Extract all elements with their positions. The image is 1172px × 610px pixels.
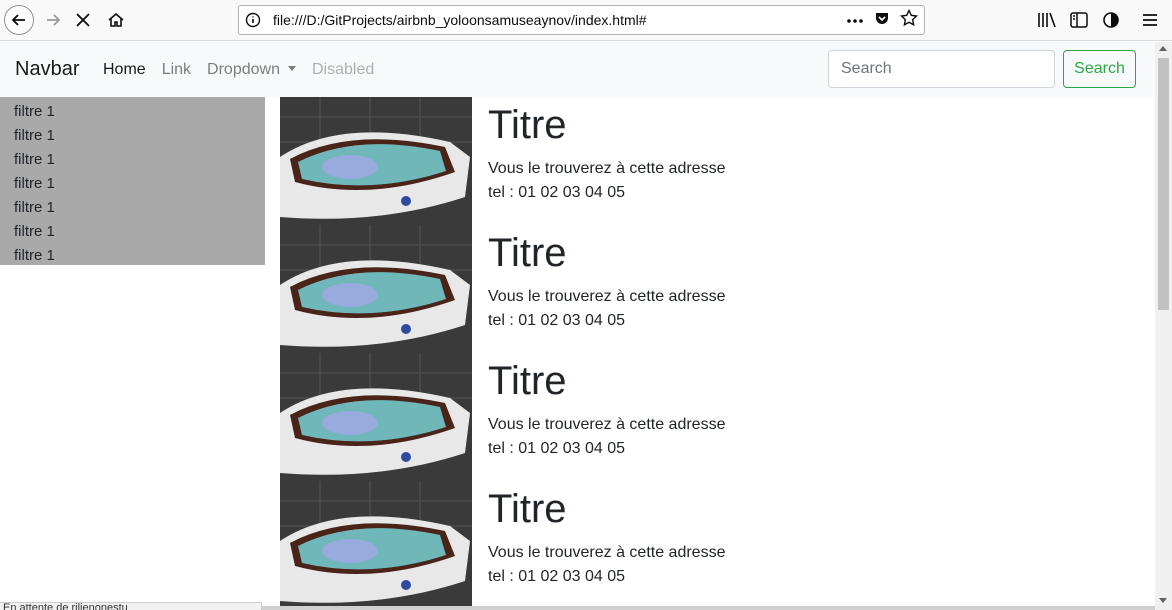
listing-card[interactable]: Titre Vous le trouverez à cette adresse …: [280, 481, 1140, 606]
stop-icon[interactable]: [68, 5, 98, 35]
forward-icon[interactable]: [38, 5, 68, 35]
card-title: Titre: [488, 487, 567, 531]
card-title: Titre: [488, 359, 567, 403]
vertical-scrollbar[interactable]: [1155, 42, 1172, 610]
nav-link-home[interactable]: Home: [103, 61, 146, 79]
shield-icon[interactable]: [1101, 10, 1121, 30]
url-text[interactable]: file:///D:/GitProjects/airbnb_yoloonsamu…: [273, 12, 846, 28]
jacuzzi-image: [280, 481, 472, 606]
library-icon[interactable]: [1037, 10, 1057, 30]
page-viewport: Navbar Home Link Dropdown Disabled Searc…: [0, 42, 1155, 606]
filter-item[interactable]: filtre 1: [14, 100, 265, 124]
card-address: Vous le trouverez à cette adresse: [488, 288, 726, 305]
navbar-brand[interactable]: Navbar: [15, 58, 79, 81]
nav-link-link[interactable]: Link: [162, 61, 191, 79]
caret-down-icon: [287, 66, 296, 71]
scroll-up-icon[interactable]: [1159, 46, 1167, 51]
scroll-down-icon[interactable]: [1159, 598, 1167, 603]
menu-icon[interactable]: [1140, 10, 1160, 30]
star-icon[interactable]: [899, 8, 919, 32]
status-bar: En attente de rilienonestu: [0, 602, 262, 610]
url-bar[interactable]: file:///D:/GitProjects/airbnb_yoloonsamu…: [238, 5, 925, 35]
filter-item[interactable]: filtre 1: [14, 220, 265, 244]
jacuzzi-image: [280, 353, 472, 481]
home-icon[interactable]: [101, 5, 131, 35]
card-phone: tel : 01 02 03 04 05: [488, 312, 625, 329]
search-button[interactable]: Search: [1063, 50, 1136, 88]
card-phone: tel : 01 02 03 04 05: [488, 184, 625, 201]
search-input[interactable]: [828, 50, 1055, 88]
scrollbar-thumb[interactable]: [1158, 58, 1169, 310]
nav-dropdown-label: Dropdown: [207, 61, 280, 78]
card-phone: tel : 01 02 03 04 05: [488, 568, 625, 585]
info-icon[interactable]: [239, 12, 267, 28]
card-address: Vous le trouverez à cette adresse: [488, 544, 726, 561]
filter-item[interactable]: filtre 1: [14, 124, 265, 148]
listing-card[interactable]: Titre Vous le trouverez à cette adresse …: [280, 225, 1140, 353]
filter-item[interactable]: filtre 1: [14, 172, 265, 196]
nav-link-disabled: Disabled: [311, 61, 375, 78]
filter-item[interactable]: filtre 1: [14, 148, 265, 172]
back-icon[interactable]: [4, 5, 34, 35]
card-address: Vous le trouverez à cette adresse: [488, 160, 726, 177]
navbar: Navbar Home Link Dropdown Disabled Searc…: [0, 42, 1155, 97]
horizontal-scrollbar[interactable]: [262, 606, 1155, 610]
nav-dropdown[interactable]: Dropdown: [207, 61, 296, 79]
jacuzzi-image: [280, 225, 472, 353]
card-address: Vous le trouverez à cette adresse: [488, 416, 726, 433]
filter-item[interactable]: filtre 1: [14, 244, 265, 268]
listing-card[interactable]: Titre Vous le trouverez à cette adresse …: [280, 353, 1140, 481]
listing-list: Titre Vous le trouverez à cette adresse …: [280, 97, 1140, 606]
card-title: Titre: [488, 231, 567, 275]
filter-sidebar: filtre 1 filtre 1 filtre 1 filtre 1 filt…: [0, 97, 265, 265]
pocket-icon[interactable]: [874, 10, 890, 31]
card-title: Titre: [488, 103, 567, 147]
card-phone: tel : 01 02 03 04 05: [488, 440, 625, 457]
filter-item[interactable]: filtre 1: [14, 196, 265, 220]
browser-toolbar: file:///D:/GitProjects/airbnb_yoloonsamu…: [0, 0, 1172, 41]
listing-card[interactable]: Titre Vous le trouverez à cette adresse …: [280, 97, 1140, 225]
sidebar-icon[interactable]: [1069, 10, 1089, 30]
jacuzzi-image: [280, 97, 472, 225]
nav-links: Home Link Dropdown Disabled: [103, 61, 390, 79]
more-icon[interactable]: [846, 11, 864, 29]
